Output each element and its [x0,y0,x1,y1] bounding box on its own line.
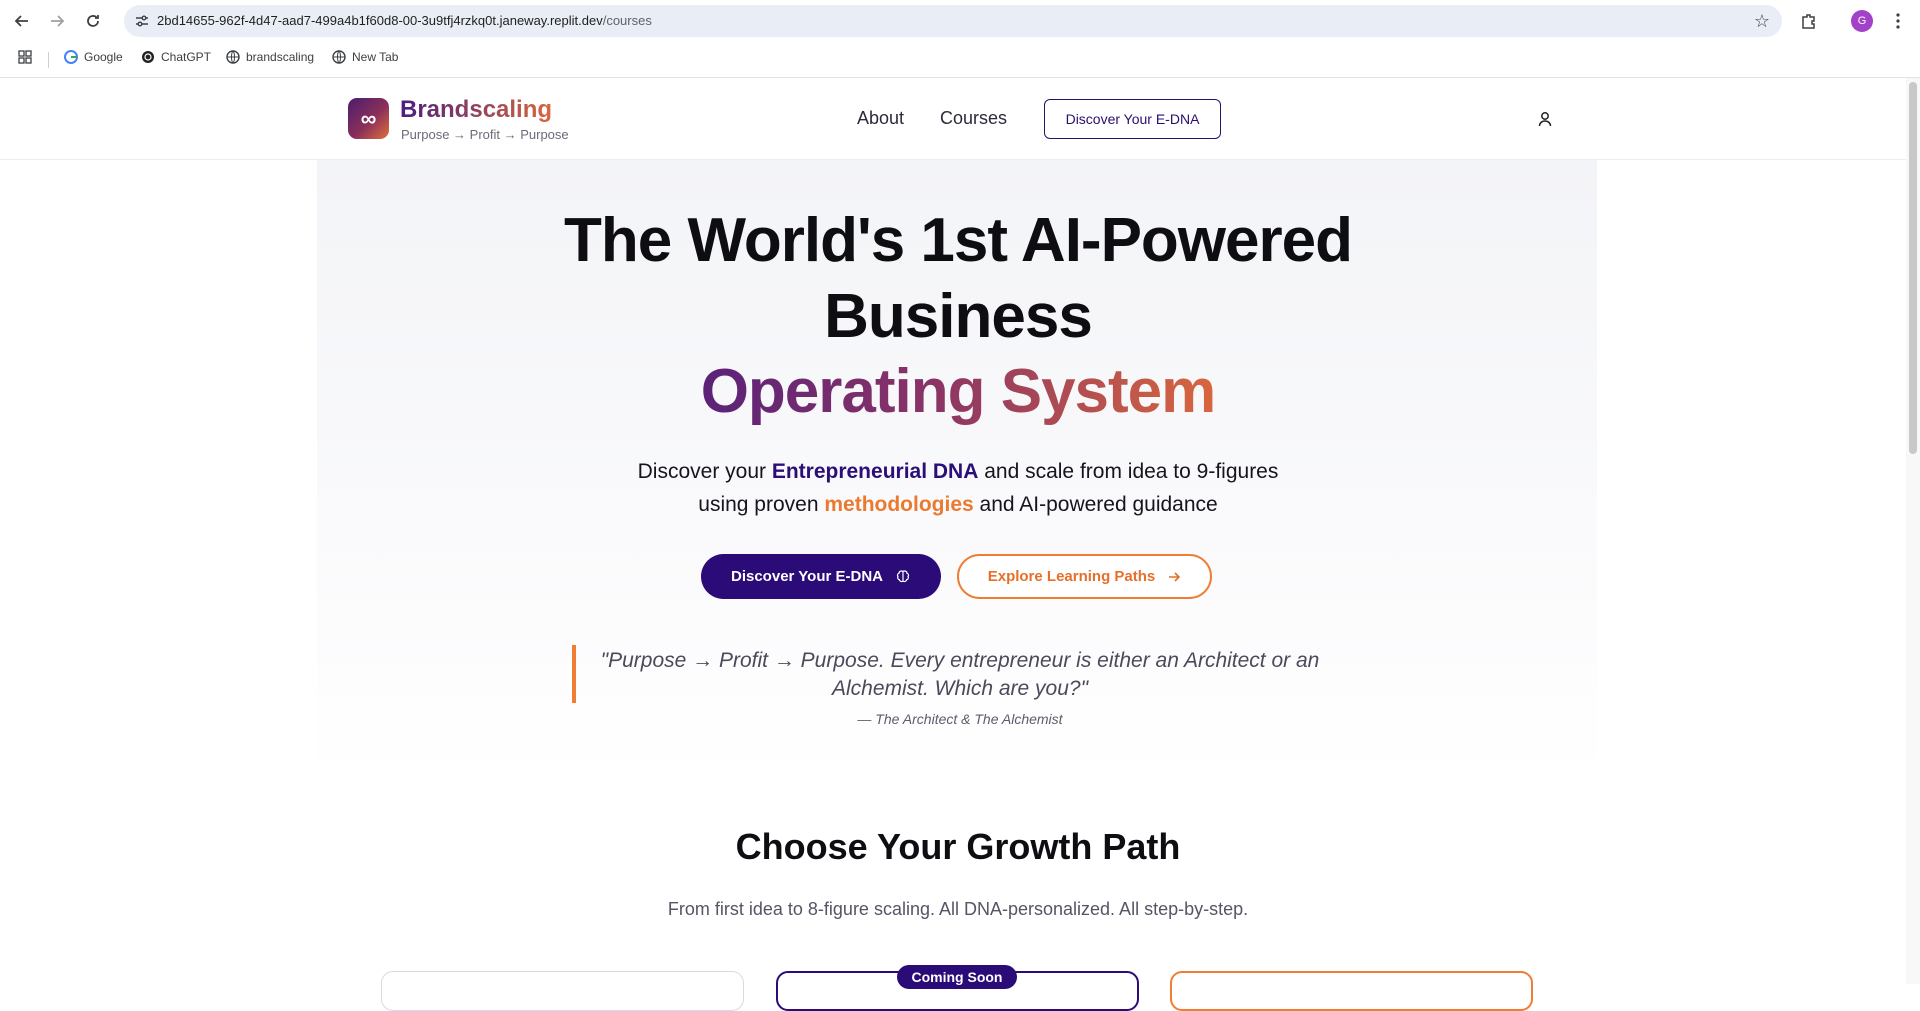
explore-learning-paths-button[interactable]: Explore Learning Paths [957,554,1212,599]
hero-title-line-1: The World's 1st AI-Powered [564,206,1353,275]
hero-title-line-3: Operating System [0,356,1916,427]
site-settings-icon[interactable] [134,13,150,29]
button-label: Explore Learning Paths [987,568,1156,585]
globe-icon [332,50,346,64]
hero-title-gradient: Operating System [700,357,1217,426]
bookmark-label: ChatGPT [161,50,212,64]
menu-kebab-icon[interactable] [1886,9,1910,33]
bookmark-new-tab[interactable]: New Tab [332,50,398,64]
bookmark-label: brandscaling [246,50,315,64]
back-icon[interactable] [10,9,34,33]
arrow-right-icon [1169,571,1181,582]
growth-path-card[interactable] [1170,971,1533,1011]
bookmark-label: Google [84,50,123,64]
bookmark-star-icon[interactable]: ☆ [1754,11,1770,32]
bookmark-brandscaling[interactable]: brandscaling [226,50,314,64]
address-bar[interactable]: 2bd14655-962f-4d47-aad7-499a4b1f60d8-00-… [124,5,1782,37]
highlight-entrepreneurial-dna: Entrepreneurial DNA [771,460,979,483]
nav-discover-edna-button[interactable]: Discover Your E-DNA [1044,99,1221,139]
bookmark-label: New Tab [352,50,399,64]
bookmark-chatgpt[interactable]: ChatGPT [141,50,211,64]
hero-quote: "Purpose → Profit → Purpose. Every entre… [600,649,1320,700]
google-icon [64,50,78,64]
bookmarks-divider [48,52,49,68]
quote-attribution: — The Architect & The Alchemist [857,711,1063,727]
button-label: Discover Your E-DNA [731,568,883,585]
chatgpt-icon [142,51,154,63]
forward-icon[interactable] [45,9,69,33]
globe-icon [226,50,240,64]
hero-subtitle-line-2: using proven methodologies and AI-powere… [698,493,1218,516]
growth-section-title: Choose Your Growth Path [735,826,1181,867]
hero-title-line-2: Business [824,282,1093,351]
highlight-methodologies: methodologies [824,493,974,516]
nav-about-link[interactable]: About [857,108,904,129]
brand-logo[interactable]: ∞ [348,98,389,139]
nav-courses-link[interactable]: Courses [940,108,1007,129]
user-account-icon[interactable] [1536,110,1554,128]
hero-subtitle-line-1: Discover your Entrepreneurial DNA and sc… [637,460,1279,483]
browser-toolbar: 2bd14655-962f-4d47-aad7-499a4b1f60d8-00-… [0,0,1920,42]
bookmark-google[interactable]: Google [64,50,123,64]
site-header: ∞ Brandscaling Purpose → Profit → Purpos… [0,78,1906,160]
reload-icon[interactable] [81,9,105,33]
discover-edna-button[interactable]: Discover Your E-DNA [701,554,941,599]
brain-icon [896,569,910,582]
brand-tagline: Purpose → Profit → Purpose [401,127,569,142]
scrollbar-thumb[interactable] [1909,82,1917,454]
brand-name[interactable]: Brandscaling [400,96,552,124]
url-text: 2bd14655-962f-4d47-aad7-499a4b1f60d8-00-… [157,13,652,28]
bookmarks-bar: Google ChatGPT brandscaling New Tab [0,42,1920,78]
quote-accent-bar [572,645,576,703]
apps-grid-icon[interactable] [18,50,32,64]
coming-soon-badge: Coming Soon [897,965,1017,989]
growth-section-subtitle: From first idea to 8-figure scaling. All… [667,899,1249,919]
profile-avatar[interactable]: G [1851,10,1873,32]
extensions-icon[interactable] [1797,9,1821,33]
growth-path-card[interactable] [381,971,744,1011]
infinity-icon: ∞ [360,105,377,131]
